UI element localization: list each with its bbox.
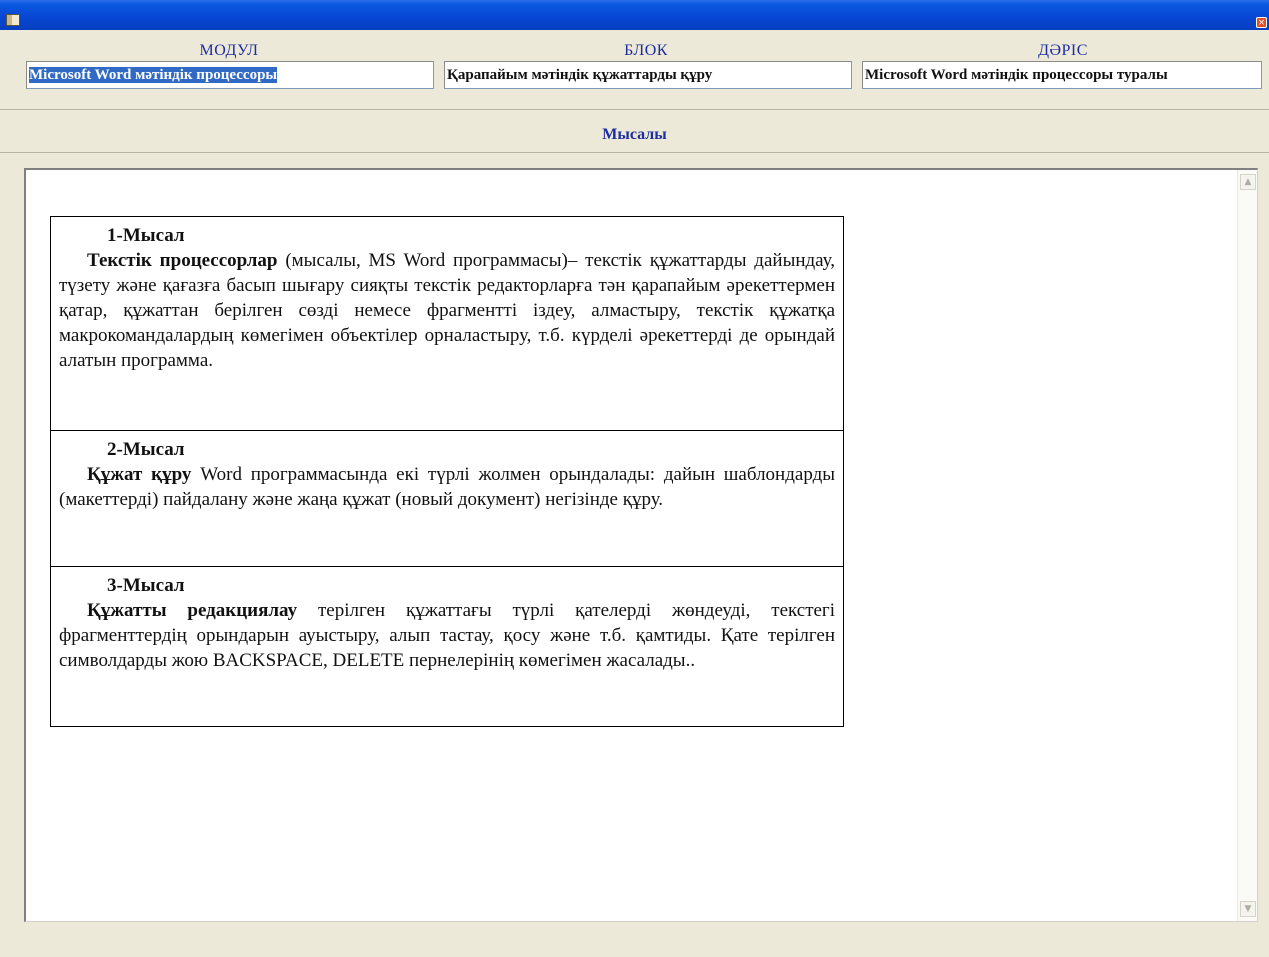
section-title: Мысалы (602, 126, 667, 143)
example-text: Құжатты редакциялау терілген құжаттағы т… (59, 598, 835, 673)
example-heading: 2-Мысал (107, 439, 185, 460)
examples-viewer[interactable]: 1-Мысал Текстік процессорлар (мысалы, MS… (24, 168, 1258, 922)
examples-table: 1-Мысал Текстік процессорлар (мысалы, MS… (50, 216, 844, 727)
example-term: Құжатты редакциялау (87, 600, 298, 621)
example-cell: 1-Мысал Текстік процессорлар (мысалы, MS… (50, 216, 844, 431)
block-field[interactable]: Қарапайым мәтіндік құжаттарды құру (444, 61, 852, 89)
example-cell: 2-Мысал Құжат құру Word программасында е… (50, 430, 844, 567)
scroll-down-button[interactable]: ▼ (1240, 901, 1256, 917)
close-button[interactable]: × (1256, 17, 1267, 28)
header-divider (0, 109, 1269, 110)
module-field-value: Microsoft Word мәтіндік процессоры (29, 67, 278, 83)
window-titlebar: × (0, 0, 1269, 30)
lecture-field[interactable]: Microsoft Word мәтіндік процессоры турал… (862, 61, 1262, 89)
module-field[interactable]: Microsoft Word мәтіндік процессоры (26, 61, 434, 89)
example-term: Құжат құру (87, 464, 192, 485)
lecture-field-value: Microsoft Word мәтіндік процессоры турал… (865, 67, 1168, 83)
example-heading: 1-Мысал (107, 225, 185, 246)
example-text: Құжат құру Word программасында екі түрлі… (59, 462, 835, 512)
vertical-scrollbar[interactable]: ▲ ▼ (1237, 170, 1257, 921)
example-row: 2-Мысал Құжат құру Word программасында е… (50, 430, 844, 567)
example-heading: 3-Мысал (107, 575, 185, 596)
example-row: 1-Мысал Текстік процессорлар (мысалы, MS… (50, 216, 844, 431)
application-icon (6, 14, 20, 26)
section-divider (0, 152, 1269, 153)
block-label: БЛОК (624, 42, 668, 59)
example-row: 3-Мысал Құжатты редакциялау терілген құж… (50, 566, 844, 727)
lecture-label: ДӘРІС (1038, 42, 1088, 59)
example-text: Текстік процессорлар (мысалы, MS Word пр… (59, 248, 835, 373)
module-label: МОДУЛ (199, 42, 259, 59)
example-term: Текстік процессорлар (87, 250, 278, 271)
block-field-value: Қарапайым мәтіндік құжаттарды құру (447, 67, 713, 83)
scroll-up-button[interactable]: ▲ (1240, 174, 1256, 190)
example-cell: 3-Мысал Құжатты редакциялау терілген құж… (50, 566, 844, 727)
